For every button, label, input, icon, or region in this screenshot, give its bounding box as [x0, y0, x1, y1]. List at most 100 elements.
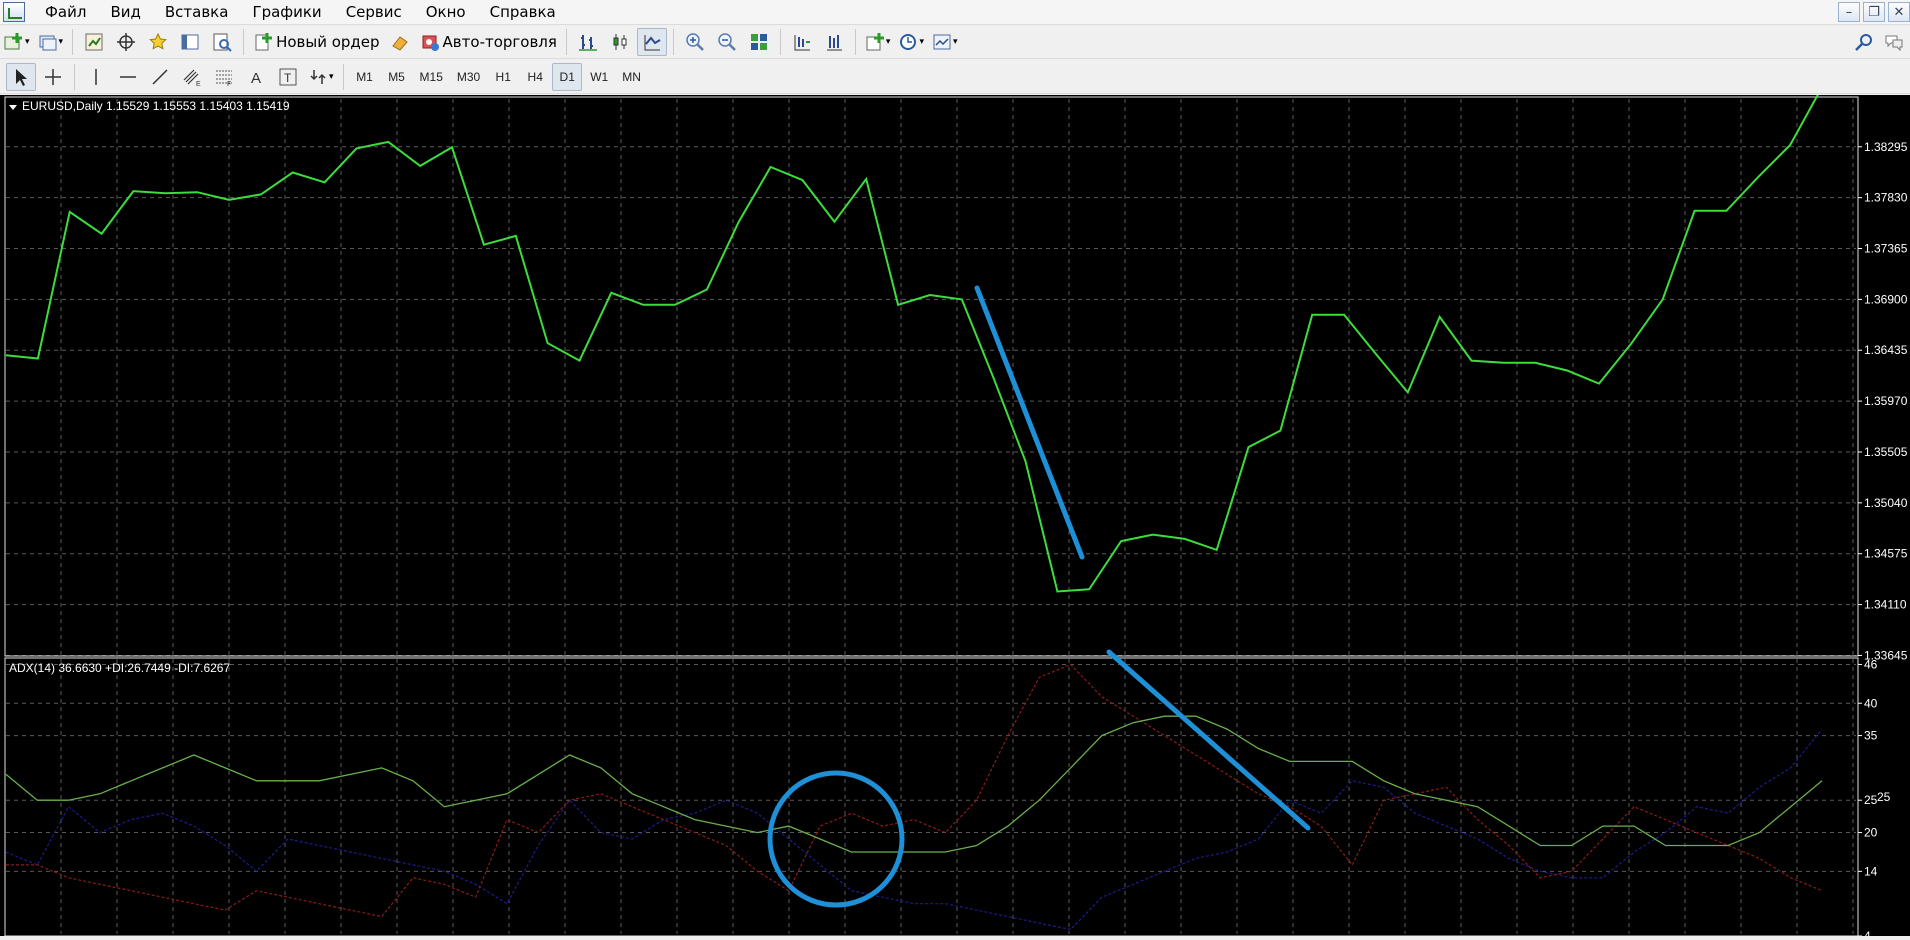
auto-trading-label: Авто-торговля [442, 33, 557, 51]
zoom-in-button[interactable] [680, 28, 710, 56]
indicators-button[interactable]: ▾ [862, 28, 894, 56]
auto-trading-icon [422, 35, 439, 51]
plus-di-line [6, 663, 1823, 918]
candlestick-button[interactable] [605, 28, 635, 56]
tester-icon [213, 33, 232, 52]
bar-chart-button[interactable] [573, 28, 603, 56]
candlestick-icon [613, 34, 627, 50]
toolbar-separator [72, 29, 74, 55]
search-icon[interactable] [1854, 32, 1874, 52]
crosshair-button[interactable] [38, 63, 68, 91]
auto-scroll-button[interactable] [819, 28, 849, 56]
timeframe-m5[interactable]: M5 [382, 63, 412, 91]
market-watch-button[interactable] [79, 28, 109, 56]
equidistant-channel-button[interactable]: E [177, 63, 207, 91]
chart-window[interactable]: EURUSD,Daily 1.15529 1.15553 1.15403 1.1… [0, 86, 1910, 940]
periods-button[interactable]: ▾ [895, 28, 927, 56]
toolbar-separator [565, 29, 567, 55]
trendline-button[interactable] [145, 63, 175, 91]
price-axis-label: 1.36900 [1864, 292, 1908, 306]
navigator-button[interactable] [143, 28, 173, 56]
restore-icon[interactable]: ❐ [1863, 2, 1885, 22]
templates-button[interactable]: ▾ [929, 28, 961, 56]
plus-icon [4, 33, 22, 50]
timeframe-w1[interactable]: W1 [584, 63, 614, 91]
metaeditor-button[interactable] [385, 28, 415, 56]
timeframe-d1[interactable]: D1 [552, 62, 583, 91]
timeframe-h1[interactable]: H1 [488, 63, 518, 91]
menu-insert[interactable]: Вставка [153, 0, 241, 24]
indicator-axis: 46 40 35 25 20 14 4 [1858, 657, 1878, 940]
zoom-out-icon [718, 33, 736, 51]
horizontal-line-icon [120, 75, 136, 78]
fibonacci-icon: F [216, 70, 232, 87]
new-chart-button[interactable]: ▾ [1, 28, 33, 56]
downtrend-annotation-line [974, 285, 1085, 560]
strategy-tester-button[interactable] [207, 28, 237, 56]
fibonacci-button[interactable]: F [209, 63, 239, 91]
menu-help[interactable]: Справка [478, 0, 568, 24]
horizontal-line-button[interactable] [113, 63, 143, 91]
svg-text:F: F [227, 81, 231, 87]
market-watch-icon [85, 33, 103, 51]
close-icon[interactable]: ✕ [1888, 2, 1910, 22]
price-series [5, 86, 1823, 593]
menu-file[interactable]: Файл [33, 0, 98, 24]
timeframe-m30[interactable]: M30 [451, 63, 486, 91]
menu-window[interactable]: Окно [414, 0, 478, 24]
new-order-button[interactable]: Новый ордер [250, 28, 382, 56]
menu-charts[interactable]: Графики [240, 0, 333, 24]
line-chart-button[interactable] [636, 28, 667, 56]
price-axis: 1.38295 1.37830 1.37365 1.36900 1.36435 1.359… [1858, 140, 1908, 662]
price-axis-label: 1.38295 [1864, 140, 1908, 154]
channel-icon: E [183, 69, 201, 87]
chart-canvas[interactable]: EURUSD,Daily 1.15529 1.15553 1.15403 1.1… [0, 86, 1910, 940]
toolbar-separator [74, 63, 75, 90]
line-studies-toolbar: E F A T ▾ M1 M5 M15 M30 H1 H4 D1 W1 MN [0, 60, 1910, 94]
indicator-header: ADX(14) 36.6630 +DI:26.7449 -DI:7.6267 [9, 661, 230, 675]
menu-view[interactable]: Вид [98, 0, 152, 24]
adx-decline-annotation-line [1106, 649, 1311, 831]
indicator-axis-label: 20 [1864, 826, 1878, 840]
text-label-icon: T [279, 68, 297, 85]
cursor-button[interactable] [6, 62, 36, 91]
toolbar-separator [342, 63, 344, 90]
standard-toolbar: ▾ ▾ Новый ордер Авто-торговля ▾ ▾ ▾ [0, 26, 1910, 59]
templates-icon [933, 34, 951, 50]
arrows-button[interactable]: ▾ [305, 63, 337, 91]
indicators-icon [866, 33, 884, 51]
window-controls: – ❐ ✕ [1838, 2, 1910, 22]
zoom-out-button[interactable] [712, 28, 742, 56]
clock-icon [900, 34, 917, 50]
text-button[interactable]: A [241, 63, 271, 91]
chat-icon[interactable] [1884, 32, 1904, 52]
star-folder-icon [149, 32, 168, 50]
timeframe-mn[interactable]: MN [616, 63, 647, 91]
data-window-button[interactable] [111, 28, 141, 56]
cursor-icon [16, 68, 27, 86]
menu-bar: Файл Вид Вставка Графики Сервис Окно Спр… [0, 0, 1910, 25]
text-label-button[interactable]: T [273, 63, 303, 91]
crosshair-icon [117, 33, 136, 51]
auto-trading-button[interactable]: Авто-торговля [417, 28, 560, 56]
vertical-line-button[interactable] [81, 63, 111, 91]
toolbar-separator [779, 29, 781, 55]
chart-header: EURUSD,Daily 1.15529 1.15553 1.15403 1.1… [22, 99, 290, 113]
chart-shift-button[interactable] [787, 28, 817, 56]
indicator-axis-label: 25 [1864, 793, 1878, 807]
trendline-icon [152, 68, 168, 85]
crossover-annotation-circle [767, 770, 905, 908]
timeframe-m1[interactable]: M1 [350, 63, 380, 91]
price-axis-label: 1.37830 [1864, 191, 1908, 205]
timeframe-m15[interactable]: M15 [414, 63, 449, 91]
tile-windows-button[interactable] [744, 28, 774, 56]
tile-windows-icon [750, 34, 767, 50]
app-logo-icon [3, 2, 25, 22]
terminal-button[interactable] [175, 28, 205, 56]
timeframe-h4[interactable]: H4 [520, 63, 550, 91]
menu-tools[interactable]: Сервис [334, 0, 414, 24]
price-axis-label: 1.35040 [1864, 496, 1908, 510]
chart-menu-triangle-icon[interactable] [9, 105, 17, 110]
profiles-button[interactable]: ▾ [35, 28, 67, 56]
minimize-icon[interactable]: – [1838, 2, 1860, 22]
